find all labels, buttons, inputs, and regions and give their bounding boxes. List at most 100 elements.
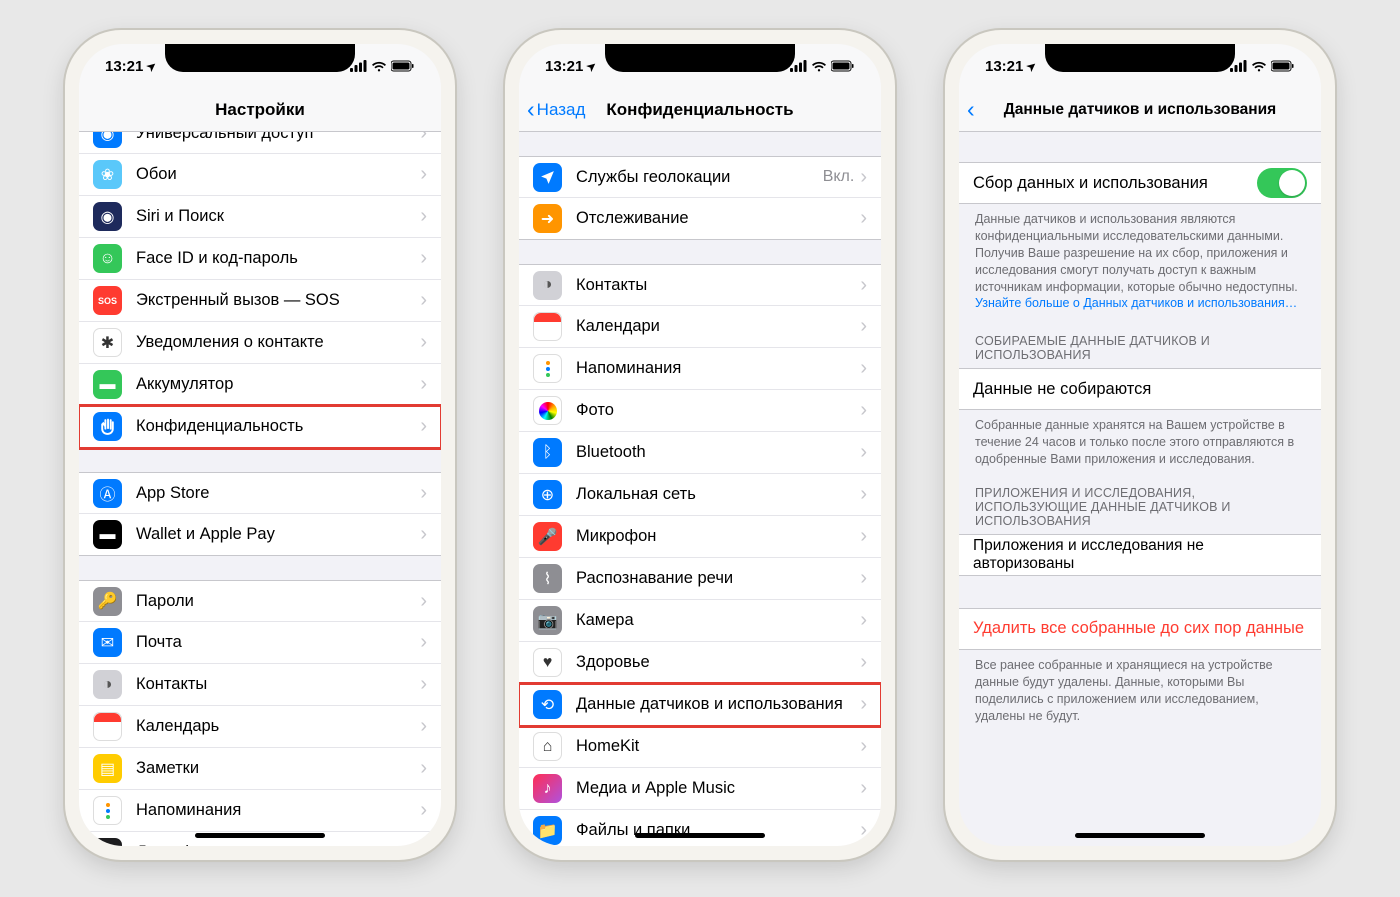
settings-row-research[interactable]: ⟲Данные датчиков и использования› bbox=[519, 684, 881, 726]
section-header: СОБИРАЕМЫЕ ДАННЫЕ ДАТЧИКОВ И ИСПОЛЬЗОВАН… bbox=[959, 334, 1321, 368]
chevron-right-icon: › bbox=[420, 482, 427, 505]
settings-row-faceid[interactable]: ☺Face ID и код-пароль› bbox=[79, 238, 441, 280]
settings-row-calendar[interactable]: Календарь› bbox=[79, 706, 441, 748]
phone-screen-1: 13:21 ➤ Настройки ◉Универсальный доступ›… bbox=[79, 44, 441, 846]
exposure-icon: ✱ bbox=[93, 328, 122, 357]
accessibility-icon: ◉ bbox=[93, 132, 122, 148]
footer-text: Все ранее собранные и хранящиеся на устр… bbox=[959, 650, 1321, 725]
toggle-switch[interactable] bbox=[1257, 168, 1307, 198]
phone-screen-3: 13:21 ➤ ‹ Данные датчиков и использовани… bbox=[959, 44, 1321, 846]
settings-row-health[interactable]: ♥Здоровье› bbox=[519, 642, 881, 684]
cell-label: Уведомления о контакте bbox=[136, 333, 420, 352]
chevron-right-icon: › bbox=[420, 715, 427, 738]
chevron-right-icon: › bbox=[860, 441, 867, 464]
siri-icon: ◉ bbox=[93, 202, 122, 231]
settings-row-reminders[interactable]: Напоминания› bbox=[79, 790, 441, 832]
camera-icon: 📷 bbox=[533, 606, 562, 635]
home-indicator[interactable] bbox=[635, 833, 765, 838]
settings-row-reminders[interactable]: Напоминания› bbox=[519, 348, 881, 390]
cell-label: Почта bbox=[136, 633, 420, 652]
back-label: Назад bbox=[537, 100, 586, 120]
settings-row-notes[interactable]: ▤Заметки› bbox=[79, 748, 441, 790]
calendar-icon bbox=[533, 312, 562, 341]
chevron-right-icon: › bbox=[420, 631, 427, 654]
chevron-right-icon: › bbox=[860, 274, 867, 297]
settings-row-localnet[interactable]: ⊕Локальная сеть› bbox=[519, 474, 881, 516]
back-button[interactable]: ‹ Назад bbox=[527, 98, 585, 121]
cell-label: HomeKit bbox=[576, 737, 860, 756]
chevron-right-icon: › bbox=[860, 609, 867, 632]
toggle-row-collect-data[interactable]: Сбор данных и использования bbox=[959, 162, 1321, 204]
settings-row-contacts[interactable]: ◑Контакты› bbox=[519, 264, 881, 306]
settings-row-sos[interactable]: SOSЭкстренный вызов — SOS› bbox=[79, 280, 441, 322]
settings-row-music[interactable]: ♪Медиа и Apple Music› bbox=[519, 768, 881, 810]
notch bbox=[165, 44, 355, 72]
settings-row-appstore[interactable]: ⒶApp Store› bbox=[79, 472, 441, 514]
settings-row-wallet[interactable]: ▬Wallet и Apple Pay› bbox=[79, 514, 441, 556]
settings-row-speech[interactable]: ⌇Распознавание речи› bbox=[519, 558, 881, 600]
cell-label: Напоминания bbox=[136, 801, 420, 820]
content-scroll[interactable]: Службы геолокацииВкл.›➜Отслеживание› ◑Кон… bbox=[519, 132, 881, 846]
phone-frame-2: 13:21 ➤ ‹ Назад Конфиденциальность Служб… bbox=[505, 30, 895, 860]
mic-icon: 🎤 bbox=[533, 522, 562, 551]
settings-row-battery[interactable]: ▬Аккумулятор› bbox=[79, 364, 441, 406]
location-icon bbox=[533, 163, 562, 192]
privacy-icon bbox=[93, 412, 122, 441]
localnet-icon: ⊕ bbox=[533, 480, 562, 509]
settings-row-tracking[interactable]: ➜Отслеживание› bbox=[519, 198, 881, 240]
chevron-right-icon: › bbox=[420, 163, 427, 186]
settings-row-homekit[interactable]: ⌂HomeKit› bbox=[519, 726, 881, 768]
settings-row-passwords[interactable]: 🔑Пароли› bbox=[79, 580, 441, 622]
chevron-right-icon: › bbox=[420, 331, 427, 354]
settings-row-location[interactable]: Службы геолокацииВкл.› bbox=[519, 156, 881, 198]
home-indicator[interactable] bbox=[1075, 833, 1205, 838]
chevron-right-icon: › bbox=[420, 673, 427, 696]
cell-label: Обои bbox=[136, 165, 420, 184]
settings-row-mail[interactable]: ✉Почта› bbox=[79, 622, 441, 664]
settings-row-calendar[interactable]: Календари› bbox=[519, 306, 881, 348]
cell-label: Календари bbox=[576, 317, 860, 336]
settings-row-exposure[interactable]: ✱ Уведомления о контакте› bbox=[79, 322, 441, 364]
cell-label: Отслеживание bbox=[576, 209, 860, 228]
sos-icon: SOS bbox=[93, 286, 122, 315]
settings-row-mic[interactable]: 🎤Микрофон› bbox=[519, 516, 881, 558]
photos-icon bbox=[533, 396, 562, 425]
settings-row-camera[interactable]: 📷Камера› bbox=[519, 600, 881, 642]
research-icon: ⟲ bbox=[533, 690, 562, 719]
cell-label: Универсальный доступ bbox=[136, 132, 420, 143]
cell-label: Данные датчиков и использования bbox=[576, 695, 860, 714]
chevron-right-icon: › bbox=[860, 567, 867, 590]
cell-label: Face ID и код-пароль bbox=[136, 249, 420, 268]
content-scroll[interactable]: ◉Универсальный доступ›❀Обои›◉Siri и Поис… bbox=[79, 132, 441, 846]
delete-data-button[interactable]: Удалить все собранные до сих пор данные bbox=[959, 608, 1321, 650]
battery-icon bbox=[831, 60, 855, 72]
cell-label: Фото bbox=[576, 401, 860, 420]
settings-row-contacts[interactable]: ◑Контакты› bbox=[79, 664, 441, 706]
chevron-right-icon: › bbox=[420, 799, 427, 822]
chevron-right-icon: › bbox=[420, 205, 427, 228]
phone-screen-2: 13:21 ➤ ‹ Назад Конфиденциальность Служб… bbox=[519, 44, 881, 846]
settings-row-accessibility[interactable]: ◉Универсальный доступ› bbox=[79, 132, 441, 154]
chevron-right-icon: › bbox=[860, 777, 867, 800]
settings-row-bluetooth[interactable]: ᛒBluetooth› bbox=[519, 432, 881, 474]
wallpaper-icon: ❀ bbox=[93, 160, 122, 189]
back-button[interactable]: ‹ bbox=[967, 98, 975, 121]
nav-bar: ‹ Данные датчиков и использования bbox=[959, 88, 1321, 132]
home-indicator[interactable] bbox=[195, 833, 325, 838]
settings-row-photos[interactable]: Фото› bbox=[519, 390, 881, 432]
cell-label: Приложения и исследования не авторизован… bbox=[973, 537, 1307, 573]
settings-row-files[interactable]: 📁Файлы и папки› bbox=[519, 810, 881, 846]
wifi-icon bbox=[1251, 60, 1267, 72]
settings-row-wallpaper[interactable]: ❀ Обои› bbox=[79, 154, 441, 196]
chevron-right-icon: › bbox=[860, 315, 867, 338]
settings-row-siri[interactable]: ◉Siri и Поиск› bbox=[79, 196, 441, 238]
homekit-icon: ⌂ bbox=[533, 732, 562, 761]
settings-row-privacy[interactable]: Конфиденциальность› bbox=[79, 406, 441, 448]
notch bbox=[605, 44, 795, 72]
reminders-icon bbox=[93, 796, 122, 825]
footer-text: Данные датчиков и использования являются… bbox=[959, 204, 1321, 312]
chevron-right-icon: › bbox=[860, 525, 867, 548]
content-scroll[interactable]: Сбор данных и использования Данные датчи… bbox=[959, 132, 1321, 846]
learn-more-link[interactable]: Узнайте больше о Данных датчиков и испол… bbox=[975, 296, 1297, 310]
nav-title: Данные датчиков и использования bbox=[959, 101, 1321, 119]
